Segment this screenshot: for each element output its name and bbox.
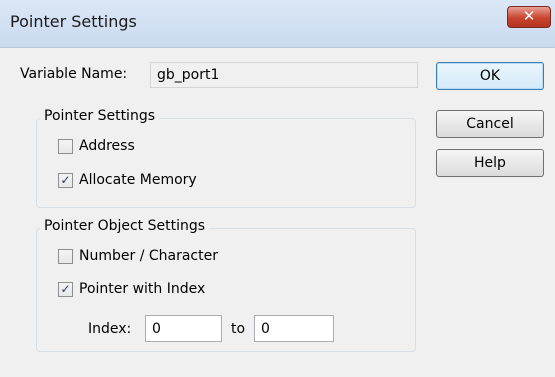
pointer-with-index-checkbox[interactable]: ✓ — [58, 282, 73, 297]
pointer-with-index-label[interactable]: Pointer with Index — [79, 281, 205, 297]
address-label[interactable]: Address — [79, 138, 135, 154]
allocate-memory-checkbox[interactable]: ✓ — [58, 173, 73, 188]
close-button[interactable]: ✕ — [507, 6, 551, 28]
help-button[interactable]: Help — [436, 149, 544, 177]
variable-name-label: Variable Name: — [20, 66, 128, 82]
checkmark-icon: ✓ — [60, 282, 71, 296]
index-from-input[interactable] — [145, 315, 222, 342]
number-character-label[interactable]: Number / Character — [79, 248, 218, 264]
checkmark-icon: ✓ — [60, 173, 71, 187]
dialog-body: Variable Name: OK Cancel Help Pointer Se… — [0, 48, 555, 377]
cancel-button[interactable]: Cancel — [436, 110, 544, 138]
address-checkbox[interactable] — [58, 139, 73, 154]
index-to-label: to — [231, 321, 246, 337]
pointer-settings-title: Pointer Settings — [40, 108, 160, 124]
index-to-input[interactable] — [254, 315, 334, 342]
index-label: Index: — [88, 321, 132, 337]
pointer-settings-group — [36, 118, 416, 208]
number-character-checkbox[interactable] — [58, 249, 73, 264]
ok-button[interactable]: OK — [436, 62, 544, 90]
variable-name-field[interactable] — [150, 62, 418, 88]
close-icon: ✕ — [522, 7, 536, 25]
pointer-object-settings-title: Pointer Object Settings — [40, 218, 210, 234]
title-bar: Pointer Settings ✕ — [0, 0, 555, 48]
window-title: Pointer Settings — [10, 12, 137, 31]
allocate-memory-label[interactable]: Allocate Memory — [79, 172, 197, 188]
